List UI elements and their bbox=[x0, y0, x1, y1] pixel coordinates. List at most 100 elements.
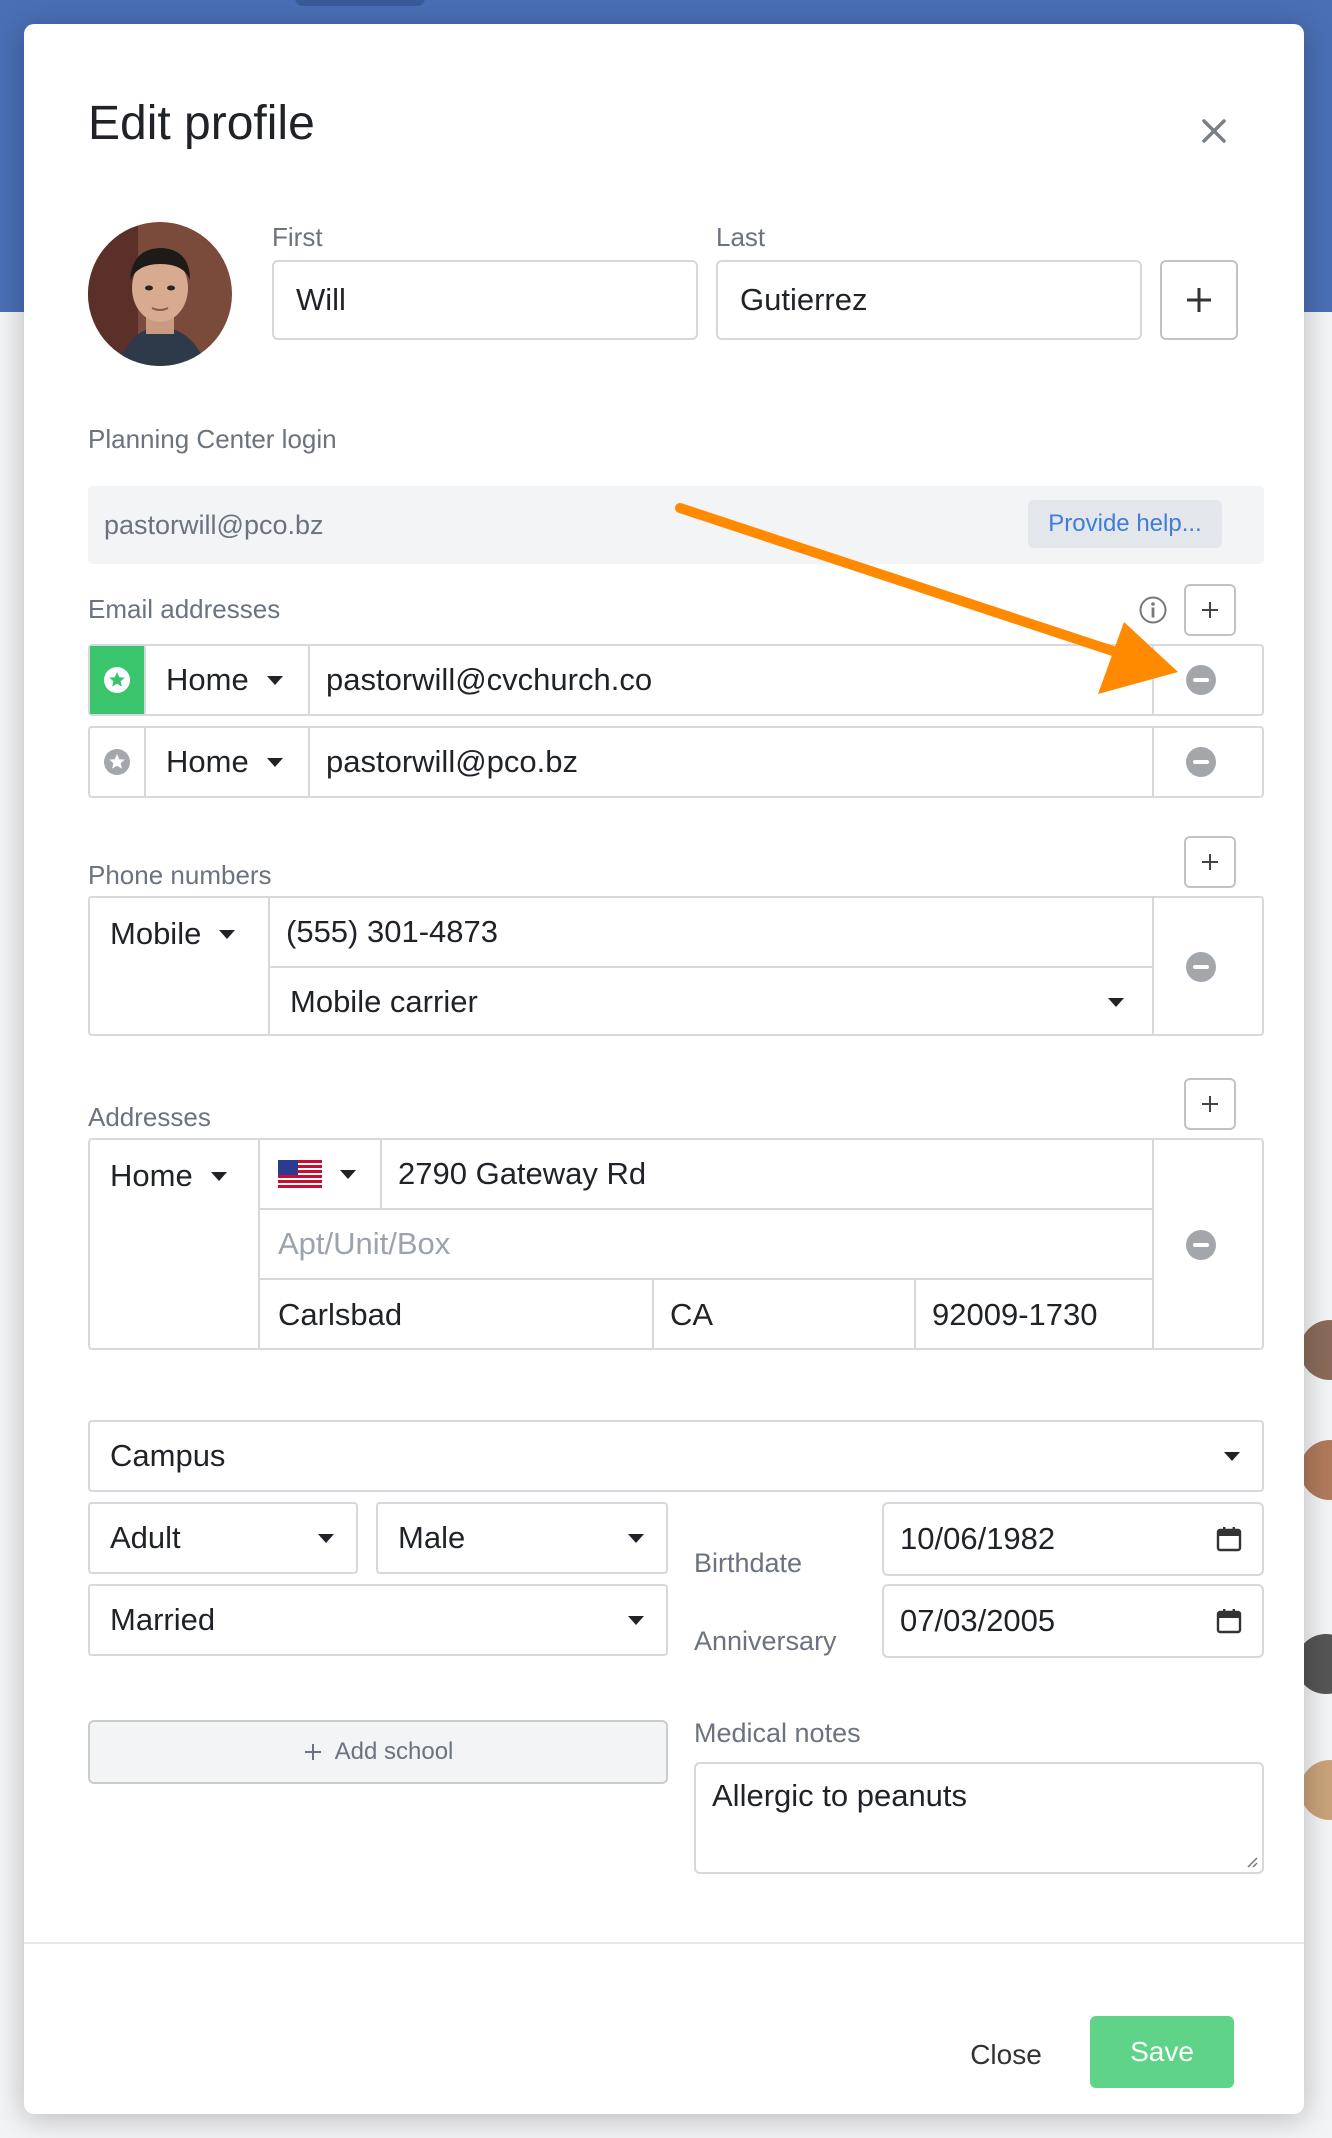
marital-status-value: Married bbox=[110, 1602, 216, 1637]
email-type-select[interactable]: Home bbox=[144, 646, 308, 714]
add-phone-button[interactable] bbox=[1184, 836, 1236, 888]
campus-select[interactable]: Campus bbox=[88, 1420, 1264, 1492]
us-flag-icon bbox=[278, 1160, 322, 1188]
chevron-down-icon bbox=[628, 1534, 644, 1543]
phone-number-input[interactable]: (555) 301-4873 bbox=[270, 898, 1152, 966]
remove-phone-button[interactable] bbox=[1186, 952, 1216, 982]
calendar-icon[interactable] bbox=[1216, 1608, 1242, 1634]
email-input[interactable]: pastorwill@cvchurch.co bbox=[310, 646, 1152, 714]
email-input[interactable]: pastorwill@pco.bz bbox=[310, 728, 1152, 796]
membership-select[interactable]: Adult bbox=[88, 1502, 358, 1574]
city-input[interactable]: Carlsbad bbox=[260, 1280, 652, 1350]
resize-handle-icon[interactable] bbox=[1246, 1856, 1258, 1868]
calendar-icon[interactable] bbox=[1216, 1526, 1242, 1552]
login-value: pastorwill@pco.bz bbox=[104, 510, 324, 540]
phone-section-label: Phone numbers bbox=[88, 860, 272, 890]
anniversary-value: 07/03/2005 bbox=[900, 1603, 1056, 1638]
phone-number-value: (555) 301-4873 bbox=[286, 914, 498, 949]
phone-type-select[interactable]: Mobile bbox=[90, 898, 268, 970]
apt-placeholder: Apt/Unit/Box bbox=[278, 1226, 451, 1261]
mobile-carrier-value: Mobile carrier bbox=[290, 984, 478, 1019]
plus-icon bbox=[1202, 1096, 1218, 1112]
gender-select[interactable]: Male bbox=[376, 1502, 668, 1574]
star-icon bbox=[104, 667, 130, 693]
email-value: pastorwill@cvchurch.co bbox=[326, 662, 653, 697]
background-tab bbox=[295, 0, 425, 6]
plus-icon bbox=[1202, 602, 1218, 618]
anniversary-input[interactable]: 07/03/2005 bbox=[882, 1584, 1264, 1658]
zip-value: 92009-1730 bbox=[932, 1297, 1098, 1332]
add-school-button[interactable]: Add school bbox=[88, 1720, 668, 1784]
divider bbox=[1152, 898, 1154, 1034]
state-input[interactable]: CA bbox=[654, 1280, 914, 1350]
chevron-down-icon bbox=[210, 1171, 227, 1181]
footer-divider bbox=[24, 1942, 1304, 1944]
first-name-label: First bbox=[272, 222, 323, 252]
chevron-down-icon bbox=[340, 1169, 356, 1179]
state-value: CA bbox=[670, 1297, 714, 1332]
modal-title: Edit profile bbox=[88, 97, 315, 150]
last-name-label: Last bbox=[716, 222, 766, 252]
address-type-select[interactable]: Home bbox=[90, 1140, 258, 1212]
street-value: 2790 Gateway Rd bbox=[398, 1156, 647, 1191]
chevron-down-icon bbox=[1108, 998, 1124, 1007]
address-type-value: Home bbox=[110, 1158, 193, 1193]
campus-value: Campus bbox=[110, 1438, 226, 1473]
chevron-down-icon bbox=[318, 1534, 334, 1543]
add-email-button[interactable] bbox=[1184, 584, 1236, 636]
login-field: pastorwill@pco.bz Provide help... bbox=[88, 486, 1264, 564]
divider bbox=[1152, 646, 1154, 714]
gender-value: Male bbox=[398, 1520, 466, 1555]
remove-address-button[interactable] bbox=[1186, 1230, 1216, 1260]
chevron-down-icon bbox=[219, 929, 236, 939]
street-input[interactable]: 2790 Gateway Rd bbox=[382, 1140, 1152, 1208]
save-button[interactable]: Save bbox=[1090, 2016, 1234, 2088]
chevron-down-icon bbox=[628, 1616, 644, 1625]
divider bbox=[1152, 728, 1154, 796]
divider bbox=[1152, 1140, 1154, 1348]
primary-star-toggle[interactable] bbox=[90, 728, 144, 796]
birthdate-input[interactable]: 10/06/1982 bbox=[882, 1502, 1264, 1576]
email-type-select[interactable]: Home bbox=[144, 728, 308, 796]
zip-input[interactable]: 92009-1730 bbox=[916, 1280, 1152, 1350]
login-label: Planning Center login bbox=[88, 424, 337, 454]
profile-photo[interactable] bbox=[88, 222, 232, 366]
city-value: Carlsbad bbox=[278, 1297, 403, 1332]
anniversary-label: Anniversary bbox=[694, 1626, 837, 1656]
add-address-button[interactable] bbox=[1184, 1078, 1236, 1130]
remove-email-button[interactable] bbox=[1186, 665, 1216, 695]
medical-notes-input[interactable]: Allergic to peanuts bbox=[694, 1762, 1264, 1874]
add-name-field-button[interactable] bbox=[1160, 260, 1238, 340]
plus-icon bbox=[1202, 854, 1218, 870]
apt-input[interactable]: Apt/Unit/Box bbox=[260, 1210, 1152, 1278]
remove-email-button[interactable] bbox=[1186, 747, 1216, 777]
info-icon[interactable] bbox=[1138, 595, 1168, 630]
provide-help-button[interactable]: Provide help... bbox=[1028, 500, 1222, 548]
chevron-down-icon bbox=[266, 675, 283, 685]
membership-value: Adult bbox=[110, 1520, 181, 1555]
country-select[interactable] bbox=[260, 1140, 380, 1208]
plus-icon bbox=[304, 1744, 321, 1760]
primary-star-toggle[interactable] bbox=[90, 646, 144, 714]
plus-icon bbox=[1187, 288, 1211, 312]
edit-profile-modal: Edit profile First Will Last Gutierrez P… bbox=[24, 24, 1304, 2114]
email-type-value: Home bbox=[166, 744, 249, 779]
chevron-down-icon bbox=[1224, 1452, 1240, 1461]
marital-status-select[interactable]: Married bbox=[88, 1584, 668, 1656]
medical-notes-value: Allergic to peanuts bbox=[712, 1778, 968, 1813]
address-row: Home 2790 Gateway Rd Apt/Unit/Box Carlsb… bbox=[88, 1138, 1264, 1350]
star-icon bbox=[104, 749, 130, 775]
first-name-input[interactable]: Will bbox=[272, 260, 698, 340]
add-school-label: Add school bbox=[334, 1738, 454, 1765]
last-name-value: Gutierrez bbox=[740, 282, 868, 317]
close-icon[interactable] bbox=[1192, 110, 1236, 154]
mobile-carrier-select[interactable]: Mobile carrier bbox=[270, 968, 1152, 1036]
email-value: pastorwill@pco.bz bbox=[326, 744, 579, 779]
phone-row: Mobile (555) 301-4873 Mobile carrier bbox=[88, 896, 1264, 1036]
first-name-value: Will bbox=[296, 282, 346, 317]
close-button[interactable]: Close bbox=[940, 2020, 1072, 2090]
email-section-label: Email addresses bbox=[88, 594, 281, 624]
birthdate-label: Birthdate bbox=[694, 1548, 803, 1578]
last-name-input[interactable]: Gutierrez bbox=[716, 260, 1142, 340]
email-row: Home pastorwill@cvchurch.co bbox=[88, 644, 1264, 716]
